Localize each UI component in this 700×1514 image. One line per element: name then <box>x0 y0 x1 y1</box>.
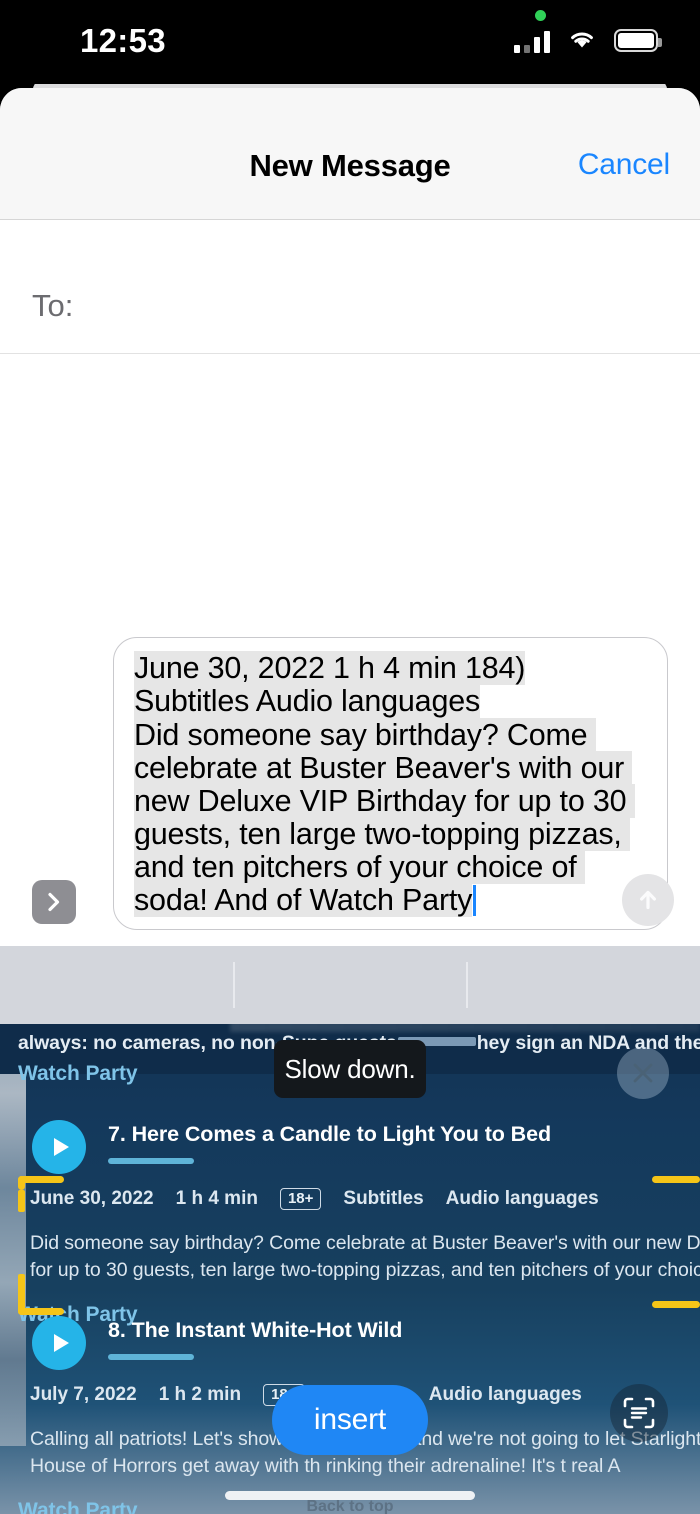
arrow-up-icon <box>640 890 656 910</box>
episode-8-progress-bar <box>108 1354 194 1360</box>
phone-screen: 12:53 New Message Cancel To: June 30, 20… <box>0 0 700 1514</box>
message-input-text[interactable]: June 30, 2022 1 h 4 min 184) Subtitles A… <box>134 651 649 917</box>
episode-7-date: June 30, 2022 <box>30 1188 154 1209</box>
episode-7-title: 7. Here Comes a Candle to Light You to B… <box>108 1122 551 1146</box>
recipient-row[interactable]: To: <box>0 274 700 354</box>
episode-7-metadata: June 30, 2022 1 h 4 min 18+ Subtitles Au… <box>30 1188 599 1210</box>
new-message-sheet: New Message Cancel To: June 30, 2022 1 h… <box>0 88 700 946</box>
episode-7-description-line-2: for up to 30 guests, ten large two-toppi… <box>30 1259 700 1281</box>
text-cursor <box>473 884 477 916</box>
battery-icon <box>614 29 662 52</box>
episode-8-date: July 7, 2022 <box>30 1384 137 1405</box>
status-bar-time: 12:53 <box>80 22 166 59</box>
play-button-episode-8[interactable] <box>32 1316 86 1370</box>
chevron-right-icon <box>48 892 60 912</box>
episode-7-audio-languages[interactable]: Audio languages <box>446 1188 599 1210</box>
message-input-highlighted-text: June 30, 2022 1 h 4 min 184) Subtitles A… <box>134 651 635 917</box>
cellular-signal-icon <box>514 29 550 53</box>
insert-button[interactable]: insert <box>272 1385 428 1455</box>
episode-8-description-line-2: House of Horrors get away with th rinkin… <box>30 1455 621 1477</box>
toast-text: Slow down. <box>284 1053 416 1084</box>
episode-item-8[interactable]: 8. The Instant White-Hot Wild July 7, 20… <box>0 1312 700 1514</box>
wifi-icon <box>566 26 598 55</box>
close-button[interactable] <box>617 1047 669 1099</box>
watch-party-link-top[interactable]: Watch Party <box>18 1062 138 1086</box>
to-input[interactable] <box>100 288 670 328</box>
status-bar: 12:53 <box>0 0 700 84</box>
play-button-episode-7[interactable] <box>32 1120 86 1174</box>
play-icon <box>54 1334 69 1352</box>
insert-button-label: insert <box>313 1403 387 1436</box>
episode-7-progress-bar <box>108 1158 194 1164</box>
home-indicator[interactable] <box>225 1491 475 1500</box>
status-bar-icons <box>514 26 662 55</box>
episode-8-header: 8. The Instant White-Hot Wild <box>0 1312 700 1374</box>
cut-off-paragraph-tail: hey sign an NDA and they're DTF, and no … <box>476 1032 700 1054</box>
predictive-divider <box>233 962 235 1008</box>
send-button[interactable] <box>622 874 674 926</box>
cancel-button[interactable]: Cancel <box>578 148 670 182</box>
live-text-button[interactable] <box>610 1384 668 1442</box>
recording-indicator-dot <box>535 10 546 21</box>
episode-8-audio-languages[interactable]: Audio languages <box>429 1384 582 1406</box>
expand-apps-button[interactable] <box>32 880 76 924</box>
episode-7-header: 7. Here Comes a Candle to Light You to B… <box>0 1116 700 1178</box>
message-input-bubble[interactable]: June 30, 2022 1 h 4 min 184) Subtitles A… <box>113 637 668 930</box>
episode-7-duration: 1 h 4 min <box>175 1188 258 1209</box>
episode-7-rating-badge: 18+ <box>279 1188 322 1210</box>
episode-item-7[interactable]: 7. Here Comes a Candle to Light You to B… <box>0 1116 700 1326</box>
episode-7-description-line-1: Did someone say birthday? Come celebrate… <box>30 1232 700 1254</box>
episode-7-subtitles[interactable]: Subtitles <box>343 1188 423 1210</box>
play-icon <box>54 1138 69 1156</box>
live-text-scan-icon <box>623 1397 655 1429</box>
to-label: To: <box>32 288 74 323</box>
text-selection-handle-bottom-right[interactable] <box>652 1301 700 1308</box>
close-icon <box>633 1063 653 1083</box>
sheet-navigation-bar: New Message Cancel <box>0 88 700 220</box>
episode-8-title: 8. The Instant White-Hot Wild <box>108 1318 403 1342</box>
predictive-divider <box>466 962 468 1008</box>
keyboard-predictive-bar[interactable] <box>0 946 700 1024</box>
slow-down-toast: Slow down. <box>274 1040 426 1098</box>
back-to-top-label[interactable]: Back to top <box>0 1498 700 1514</box>
episode-8-duration: 1 h 2 min <box>158 1384 242 1405</box>
compose-bar: June 30, 2022 1 h 4 min 184) Subtitles A… <box>0 637 700 946</box>
